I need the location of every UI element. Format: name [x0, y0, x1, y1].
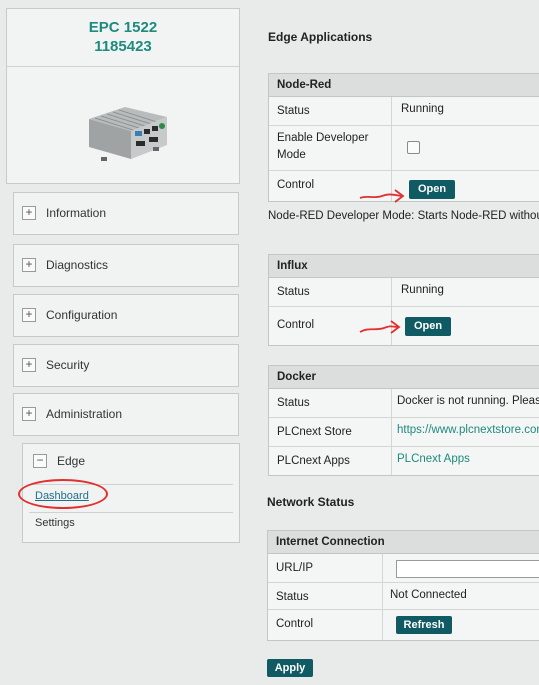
influx-title: Influx — [269, 255, 539, 278]
plcnext-apps-link[interactable]: PLCnext Apps — [397, 453, 470, 465]
sidebar-item-label[interactable]: Edge — [57, 454, 85, 468]
table-row: Status Docker is not running. Please — [269, 389, 539, 418]
red-circle-annotation — [18, 479, 108, 509]
internet-connection-title: Internet Connection — [268, 531, 539, 554]
expand-icon: + — [22, 308, 36, 322]
influx-table: Influx Status Running Control Open — [268, 254, 539, 346]
table-row: URL/IP — [268, 554, 539, 583]
cell-divider — [391, 418, 392, 446]
control-label: Control — [276, 618, 314, 630]
sidebar-item-label: Security — [46, 358, 90, 372]
control-label: Control — [277, 179, 315, 191]
device-title: EPC 1522 1185423 — [7, 9, 239, 56]
device-serial: 1185423 — [94, 38, 152, 55]
cell-divider — [382, 583, 383, 609]
cell-divider — [391, 389, 392, 417]
sidebar-item-diagnostics[interactable]: + Diagnostics — [13, 244, 239, 287]
sidebar-subitem-settings[interactable]: Settings — [35, 517, 75, 529]
status-value: Docker is not running. Please — [397, 395, 539, 407]
plcnext-store-link[interactable]: https://www.plcnextstore.com/ — [397, 424, 539, 436]
table-row: Status Running — [269, 97, 539, 126]
sidebar-item-configuration[interactable]: + Configuration — [13, 294, 239, 337]
table-row: Status Not Connected — [268, 583, 539, 610]
collapse-icon[interactable]: − — [33, 454, 47, 468]
sidebar-item-information[interactable]: + Information — [13, 192, 239, 235]
docker-title: Docker — [269, 366, 539, 389]
table-row: PLCnext Apps PLCnext Apps — [269, 447, 539, 475]
apps-label: PLCnext Apps — [277, 455, 350, 467]
store-label: PLCnext Store — [277, 426, 352, 438]
sidebar-item-label: Configuration — [46, 308, 118, 322]
docker-table: Docker Status Docker is not running. Ple… — [268, 365, 539, 476]
developer-mode-checkbox[interactable] — [407, 141, 420, 154]
developer-mode-label: Enable Developer Mode — [277, 132, 369, 161]
status-value: Running — [401, 284, 444, 296]
red-arrow-annotation — [359, 320, 401, 334]
device-image — [89, 107, 167, 161]
expand-icon: + — [22, 258, 36, 272]
internet-connection-table: Internet Connection URL/IP Status Not Co… — [267, 530, 539, 641]
table-row: Control Open — [269, 307, 539, 345]
table-row: Enable Developer Mode — [269, 126, 539, 171]
expand-icon: + — [22, 407, 36, 421]
expand-icon: + — [22, 206, 36, 220]
nodered-table: Node-Red Status Running Enable Developer… — [268, 73, 539, 202]
device-card: EPC 1522 1185423 — [6, 8, 240, 184]
status-label: Status — [277, 397, 310, 409]
cell-divider — [391, 278, 392, 306]
red-arrow-annotation — [359, 189, 405, 203]
edge-applications-heading: Edge Applications — [268, 30, 373, 44]
table-row: Status Running — [269, 278, 539, 307]
sidebar-item-security[interactable]: + Security — [13, 344, 239, 387]
cell-divider — [382, 554, 383, 582]
nodered-title: Node-Red — [269, 74, 539, 97]
cell-divider — [382, 610, 383, 640]
status-label: Status — [276, 591, 309, 603]
table-row: Control Refresh — [268, 610, 539, 640]
nodered-open-button[interactable]: Open — [409, 180, 455, 199]
device-model: EPC 1522 — [88, 19, 158, 36]
cell-divider — [391, 97, 392, 125]
connection-status-value: Not Connected — [390, 589, 467, 601]
url-input[interactable] — [396, 560, 539, 578]
divider — [29, 512, 233, 513]
refresh-button[interactable]: Refresh — [396, 616, 452, 634]
table-row: PLCnext Store https://www.plcnextstore.c… — [269, 418, 539, 447]
sidebar-item-label: Information — [46, 206, 107, 220]
influx-open-button[interactable]: Open — [405, 317, 451, 336]
sidebar-item-label: Administration — [46, 407, 123, 421]
cell-divider — [391, 126, 392, 170]
network-status-heading: Network Status — [267, 495, 355, 509]
developer-mode-note: Node-RED Developer Mode: Starts Node-RED… — [268, 210, 539, 222]
device-divider — [7, 66, 239, 67]
url-label: URL/IP — [276, 562, 314, 574]
status-label: Status — [277, 286, 310, 298]
sidebar-item-label: Diagnostics — [46, 258, 109, 272]
apply-button[interactable]: Apply — [267, 659, 313, 677]
expand-icon: + — [22, 358, 36, 372]
control-label: Control — [277, 319, 315, 331]
cell-divider — [391, 447, 392, 475]
status-label: Status — [277, 105, 310, 117]
sidebar-item-administration[interactable]: + Administration — [13, 393, 239, 436]
status-value: Running — [401, 103, 444, 115]
